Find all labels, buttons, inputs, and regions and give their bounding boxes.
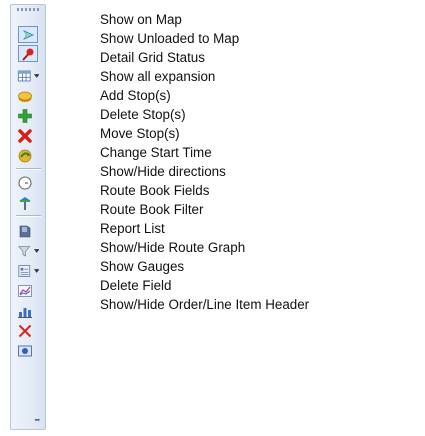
show-all-expansion-button[interactable] — [17, 87, 39, 105]
report-list-icon — [18, 265, 31, 277]
show-hide-order-line-item-header-icon — [18, 345, 32, 357]
label-add-stop: Add Stop(s) — [100, 88, 171, 103]
detail-grid-status-button[interactable] — [17, 67, 39, 85]
add-stop-icon — [18, 109, 32, 123]
label-detail-grid-status: Detail Grid Status — [100, 50, 205, 65]
show-hide-order-line-item-header-button[interactable] — [17, 342, 39, 360]
dropdown-arrow-icon[interactable] — [33, 74, 39, 78]
show-on-map-icon — [23, 29, 34, 40]
label-show-hide-route-graph: Show/Hide Route Graph — [100, 240, 246, 255]
label-show-hide-order-line-item-header: Show/Hide Order/Line Item Header — [100, 297, 310, 312]
change-start-time-icon — [18, 176, 32, 190]
route-book-fields-button[interactable] — [17, 222, 39, 240]
report-list-button[interactable] — [17, 262, 39, 280]
show-hide-route-graph-button[interactable] — [17, 282, 39, 300]
change-start-time-button[interactable] — [17, 174, 39, 192]
label-route-book-fields: Route Book Fields — [100, 183, 210, 198]
route-book-filter-button[interactable] — [17, 242, 39, 260]
show-gauges-icon — [18, 308, 32, 318]
show-hide-directions-icon — [19, 197, 31, 210]
route-book-fields-icon — [19, 225, 31, 238]
label-change-start-time: Change Start Time — [100, 145, 212, 160]
add-stop-button[interactable] — [17, 107, 39, 125]
delete-field-button[interactable] — [17, 322, 39, 340]
show-unloaded-to-map-icon — [22, 48, 34, 61]
detail-grid-status-icon — [17, 70, 31, 82]
route-book-filter-icon — [18, 246, 31, 257]
move-stop-button[interactable] — [17, 147, 39, 165]
delete-stop-icon — [18, 129, 32, 143]
dropdown-arrow-icon[interactable] — [33, 249, 39, 253]
label-show-gauges: Show Gauges — [100, 259, 185, 274]
show-on-map-button[interactable] — [18, 26, 38, 43]
label-move-stop: Move Stop(s) — [100, 126, 180, 141]
delete-stop-button[interactable] — [17, 127, 39, 145]
label-delete-stop: Delete Stop(s) — [100, 107, 186, 122]
label-route-book-filter: Route Book Filter — [100, 202, 204, 217]
dropdown-arrow-icon[interactable] — [33, 269, 39, 273]
toolbar-separator — [16, 168, 41, 170]
show-hide-route-graph-icon — [18, 285, 32, 297]
show-gauges-button[interactable] — [17, 302, 39, 320]
label-show-unloaded-to-map: Show Unloaded to Map — [100, 31, 240, 46]
label-show-on-map: Show on Map — [100, 12, 182, 27]
vertical-toolbar: ▪▪▪ — [10, 4, 46, 430]
delete-field-icon — [18, 324, 32, 338]
label-show-hide-directions: Show/Hide directions — [100, 164, 226, 179]
label-report-list: Report List — [100, 221, 165, 236]
label-delete-field: Delete Field — [100, 278, 172, 293]
move-stop-icon — [18, 149, 32, 163]
toolbar-separator — [16, 215, 41, 217]
show-all-expansion-icon — [18, 91, 32, 102]
toolbar-grip[interactable] — [17, 8, 39, 11]
label-show-all-expansion: Show all expansion — [100, 69, 216, 84]
show-unloaded-to-map-button[interactable] — [18, 45, 38, 62]
toolbar-resize-grip[interactable]: ▪▪▪ — [35, 417, 41, 424]
show-hide-directions-button[interactable] — [17, 194, 39, 212]
